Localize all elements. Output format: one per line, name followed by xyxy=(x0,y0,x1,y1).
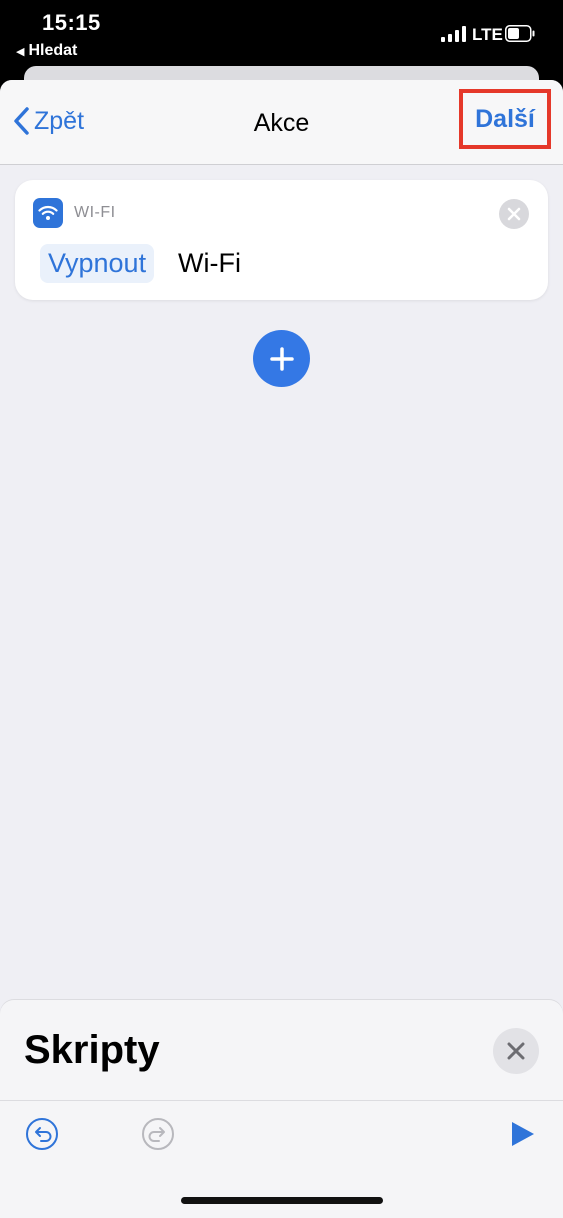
action-parameter-token[interactable]: Vypnout xyxy=(40,244,155,283)
wifi-icon xyxy=(38,205,58,220)
status-bar: 15:15 ◀ Hledat LTE xyxy=(0,0,563,66)
play-icon xyxy=(512,1122,534,1146)
battery-icon xyxy=(505,25,535,42)
undo-icon xyxy=(26,1118,58,1150)
plus-icon xyxy=(269,346,294,371)
add-action-button[interactable] xyxy=(253,330,310,387)
wifi-app-badge xyxy=(33,198,63,228)
back-app-label: Hledat xyxy=(28,42,78,59)
back-triangle-icon: ◀ xyxy=(16,45,25,58)
next-button[interactable]: Další xyxy=(459,89,551,149)
scripts-panel: Skripty xyxy=(0,1000,563,1218)
scripts-title: Skripty xyxy=(24,1028,160,1072)
navigation-bar: Zpět Akce Další xyxy=(0,80,563,165)
run-button[interactable] xyxy=(508,1119,538,1149)
close-icon xyxy=(507,1042,525,1060)
next-button-label: Další xyxy=(475,104,535,133)
action-text: Wi-Fi xyxy=(178,248,241,278)
signal-icon xyxy=(441,26,466,42)
status-time: 15:15 xyxy=(42,10,101,35)
remove-action-button[interactable] xyxy=(499,199,529,229)
toolbar-divider xyxy=(0,1100,563,1101)
home-indicator xyxy=(181,1197,383,1204)
close-icon xyxy=(507,207,521,221)
network-type: LTE xyxy=(472,25,503,44)
close-scripts-button[interactable] xyxy=(493,1028,539,1074)
back-to-app-link[interactable]: ◀ Hledat xyxy=(16,42,77,60)
redo-icon xyxy=(142,1118,174,1150)
action-category: WI-FI xyxy=(74,204,116,221)
undo-button[interactable] xyxy=(25,1117,59,1151)
action-card[interactable]: WI-FI Vypnout Wi-Fi xyxy=(15,180,548,300)
redo-button[interactable] xyxy=(141,1117,175,1151)
